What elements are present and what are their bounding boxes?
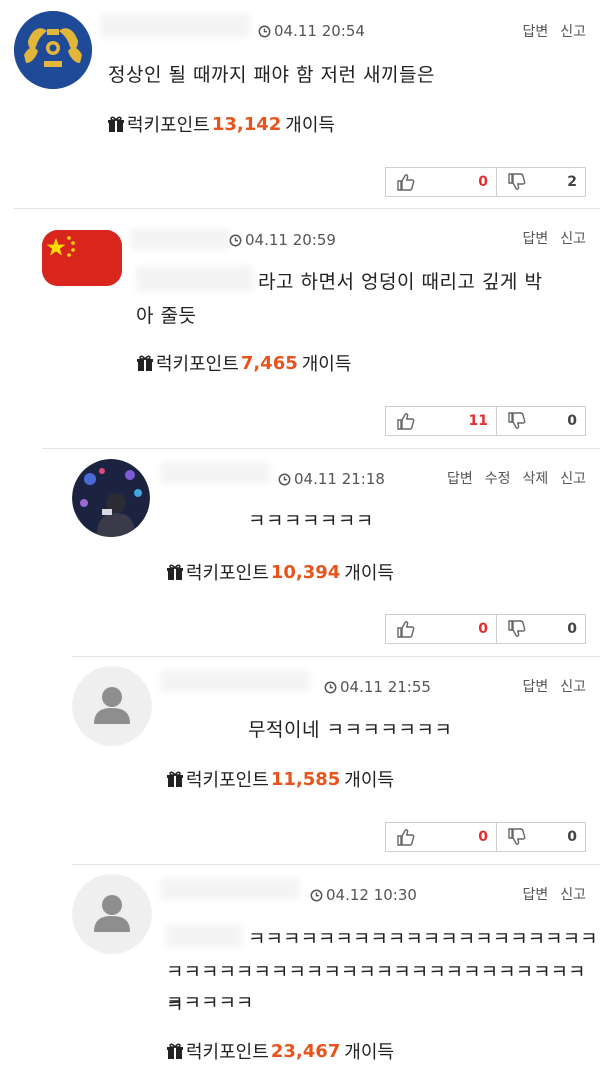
upvote-button[interactable]: 0 (386, 615, 497, 643)
vote-box: 0 2 (385, 167, 586, 197)
gift-icon (166, 1042, 184, 1060)
avatar[interactable] (42, 230, 122, 286)
reply-link[interactable]: 답변 (447, 468, 473, 488)
comment-timestamp: 04.11 21:18 (278, 470, 385, 488)
upvote-button[interactable]: 0 (386, 823, 497, 851)
gift-icon (136, 354, 154, 372)
reply-link[interactable]: 답변 (522, 884, 548, 904)
comment-timestamp: 04.11 20:54 (258, 22, 365, 40)
clock-icon (258, 25, 271, 38)
flag-icon (42, 230, 122, 286)
username-redacted (160, 878, 300, 900)
comment-text-line3: ㅋㅋㅋㅋㅋ (166, 992, 254, 1014)
reply-link[interactable]: 답변 (522, 676, 548, 696)
thumbs-up-icon (396, 172, 416, 192)
comment-actions: 답변 신고 (522, 884, 586, 904)
lucky-points: 럭키포인트 11,585 개이득 (166, 766, 394, 792)
points-value: 10,394 (270, 561, 341, 583)
gift-icon (166, 563, 184, 581)
comment-1: 04.11 20:54 답변 신고 정상인 될 때까지 패야 함 저런 새끼들은… (0, 0, 600, 208)
thumbs-down-icon (507, 172, 527, 192)
comment-timestamp: 04.11 20:59 (229, 231, 336, 249)
report-link[interactable]: 신고 (560, 676, 586, 696)
username-redacted (130, 228, 230, 250)
comment-text: ㅋㅋㅋㅋㅋㅋㅋ (248, 510, 374, 532)
upvote-button[interactable]: 11 (386, 407, 497, 435)
clock-icon (229, 234, 242, 247)
avatar[interactable] (14, 11, 92, 89)
report-link[interactable]: 신고 (560, 468, 586, 488)
comment-text: ㅋㅋㅋㅋㅋㅋㅋㅋㅋㅋㅋㅋㅋㅋㅋㅋㅋㅋㅋㅋ (248, 928, 598, 950)
comment-actions: 답변 신고 (522, 228, 586, 248)
default-avatar-icon (72, 666, 152, 746)
edit-link[interactable]: 수정 (485, 468, 511, 488)
report-link[interactable]: 신고 (560, 21, 586, 41)
avatar[interactable] (72, 874, 152, 954)
profile-photo-icon (72, 459, 150, 537)
thumbs-up-icon (396, 619, 416, 639)
redacted-text (166, 924, 242, 948)
default-avatar-icon (72, 874, 152, 954)
redacted-text (136, 266, 254, 292)
points-value: 23,467 (270, 1040, 341, 1062)
downvote-button[interactable]: 2 (497, 168, 585, 196)
thumbs-up-icon (396, 411, 416, 431)
vote-box: 0 0 (385, 614, 586, 644)
vote-box: 11 0 (385, 406, 586, 436)
thumbs-down-icon (507, 411, 527, 431)
reply-link[interactable]: 답변 (522, 228, 548, 248)
upvote-count: 0 (478, 829, 488, 845)
thumbs-down-icon (507, 827, 527, 847)
report-link[interactable]: 신고 (560, 228, 586, 248)
comment-timestamp: 04.12 10:30 (310, 886, 417, 904)
thumbs-down-icon (507, 619, 527, 639)
comment-actions: 답변 신고 (522, 21, 586, 41)
username-redacted (100, 14, 250, 38)
downvote-count: 2 (567, 174, 577, 190)
username-redacted (160, 462, 270, 484)
downvote-count: 0 (567, 829, 577, 845)
comment-5: 04.12 10:30 답변 신고 ㅋㅋㅋㅋㅋㅋㅋㅋㅋㅋㅋㅋㅋㅋㅋㅋㅋㅋㅋㅋ ㅋ… (0, 864, 600, 1079)
comment-text: 라고 하면서 엉덩이 때리고 깊게 박 (258, 271, 543, 293)
comment-2: 04.11 20:59 답변 신고 라고 하면서 엉덩이 때리고 깊게 박 아 … (0, 208, 600, 448)
upvote-button[interactable]: 0 (386, 168, 497, 196)
clock-icon (310, 889, 323, 902)
upvote-count: 0 (478, 174, 488, 190)
downvote-button[interactable]: 0 (497, 823, 585, 851)
vote-box: 0 0 (385, 822, 586, 852)
lucky-points: 럭키포인트 23,467 개이득 (166, 1038, 394, 1064)
comment-timestamp: 04.11 21:55 (324, 678, 431, 696)
upvote-count: 11 (468, 413, 488, 429)
downvote-button[interactable]: 0 (497, 407, 585, 435)
lucky-points: 럭키포인트 7,465 개이득 (136, 350, 351, 376)
downvote-count: 0 (567, 413, 577, 429)
lucky-points: 럭키포인트 13,142 개이득 (107, 111, 335, 137)
downvote-button[interactable]: 0 (497, 615, 585, 643)
comment-3: 04.11 21:18 답변 수정 삭제 신고 ㅋㅋㅋㅋㅋㅋㅋ 럭키포인트 10… (0, 448, 600, 656)
clock-icon (278, 473, 291, 486)
clock-icon (324, 681, 337, 694)
gift-icon (107, 115, 125, 133)
comment-4: 04.11 21:55 답변 신고 무적이네 ㅋㅋㅋㅋㅋㅋㅋ 럭키포인트 11,… (0, 656, 600, 864)
points-value: 11,585 (270, 768, 341, 790)
emblem-icon (14, 11, 92, 89)
avatar[interactable] (72, 666, 152, 746)
comment-text: 정상인 될 때까지 패야 함 저런 새끼들은 (108, 64, 435, 86)
comment-actions: 답변 신고 (522, 676, 586, 696)
upvote-count: 0 (478, 621, 488, 637)
lucky-points: 럭키포인트 10,394 개이득 (166, 559, 394, 585)
comment-actions: 답변 수정 삭제 신고 (447, 468, 586, 488)
thumbs-up-icon (396, 827, 416, 847)
points-value: 13,142 (211, 113, 282, 135)
reply-link[interactable]: 답변 (522, 21, 548, 41)
comment-text: 무적이네 ㅋㅋㅋㅋㅋㅋㅋ (248, 719, 453, 741)
points-value: 7,465 (240, 352, 298, 374)
downvote-count: 0 (567, 621, 577, 637)
delete-link[interactable]: 삭제 (522, 468, 548, 488)
username-redacted (160, 670, 310, 692)
comment-text-line2: 아 줄듯 (136, 305, 197, 327)
report-link[interactable]: 신고 (560, 884, 586, 904)
avatar[interactable] (72, 459, 150, 537)
gift-icon (166, 770, 184, 788)
